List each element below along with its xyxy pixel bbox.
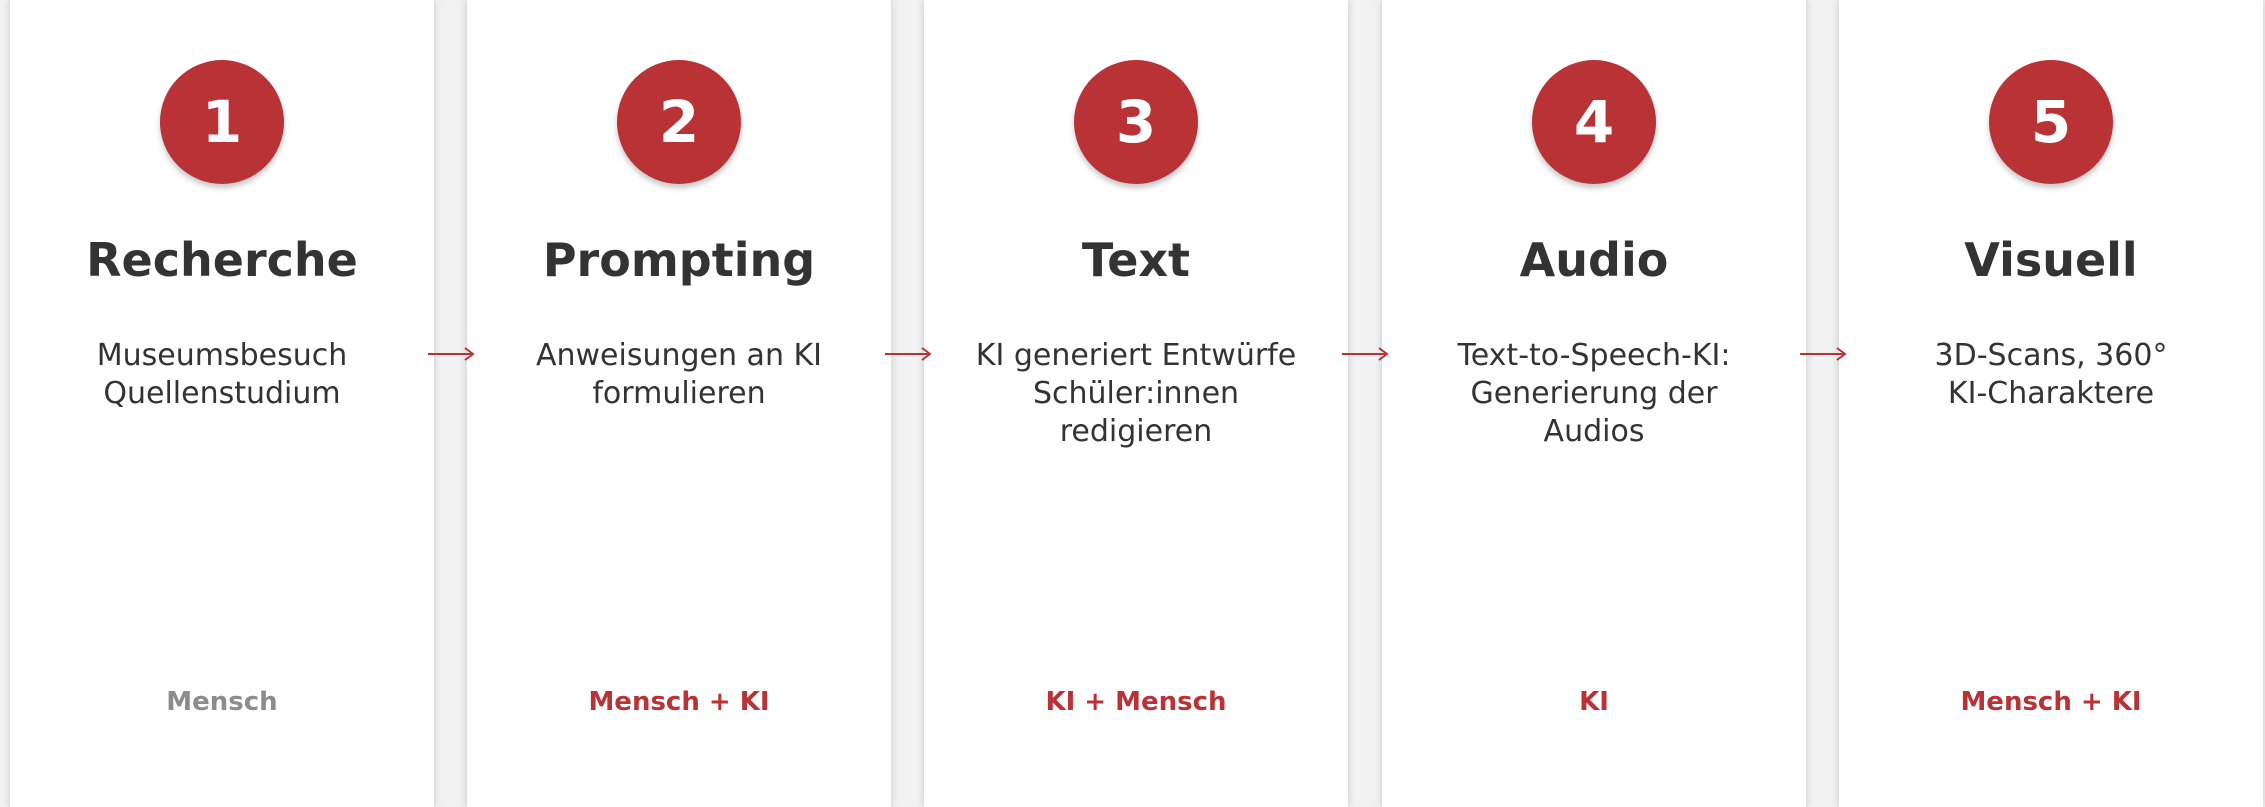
step-description-line: KI generiert Entwürfe [975,338,1297,373]
step-description-line: Text-to-Speech-KI: [1457,338,1731,373]
step-description: Museumsbesuch Quellenstudium [30,337,414,413]
step-card-4: 4 Audio Text-to-Speech-KI: Generierung d… [1382,0,1806,807]
step-description: Anweisungen an KI formulieren [487,337,871,413]
step-number-badge: 2 [617,60,741,184]
arrow-right-icon [1342,347,1389,361]
step-title: Recherche [86,233,358,287]
step-card-2: 2 Prompting Anweisungen an KI formuliere… [467,0,891,807]
step-number-badge: 3 [1074,60,1198,184]
step-description-line: Quellenstudium [103,376,341,411]
step-title: Text [1081,233,1191,287]
step-number-badge: 4 [1532,60,1656,184]
step-actor-label: Mensch + KI [1960,687,2142,717]
step-card-5: 5 Visuell 3D-Scans, 360° KI-Charaktere M… [1839,0,2263,807]
step-card-1: 1 Recherche Museumsbesuch Quellenstudium… [10,0,434,807]
step-description: 3D-Scans, 360° KI-Charaktere [1859,337,2243,413]
step-actor-label: KI + Mensch [1045,687,1227,717]
arrow-right-icon [428,347,475,361]
arrow-right-icon [1800,347,1847,361]
step-description-line: formulieren [592,376,766,411]
arrow-right-icon [885,347,932,361]
step-description-line: redigieren [1059,414,1213,449]
step-description-line: Anweisungen an KI [535,338,823,373]
step-actor-label: KI [1579,687,1609,717]
step-description-line: Schüler:innen [1032,376,1240,411]
step-actor-label: Mensch [166,687,278,717]
step-number-badge: 1 [160,60,284,184]
step-description: Text-to-Speech-KI: Generierung der Audio… [1402,337,1786,451]
step-description-line: Museumsbesuch [96,338,348,373]
step-actor-label: Mensch + KI [588,687,770,717]
step-title: Audio [1519,233,1669,287]
step-card-3: 3 Text KI generiert Entwürfe Schüler:inn… [924,0,1348,807]
step-description-line: KI-Charaktere [1947,376,2155,411]
step-description: KI generiert Entwürfe Schüler:innen redi… [944,337,1328,451]
step-description-line: Audios [1543,414,1645,449]
step-description-line: Generierung der [1470,376,1718,411]
step-number-badge: 5 [1989,60,2113,184]
step-title: Prompting [542,233,816,287]
step-description-line: 3D-Scans, 360° [1934,338,2168,373]
step-title: Visuell [1964,233,2138,287]
